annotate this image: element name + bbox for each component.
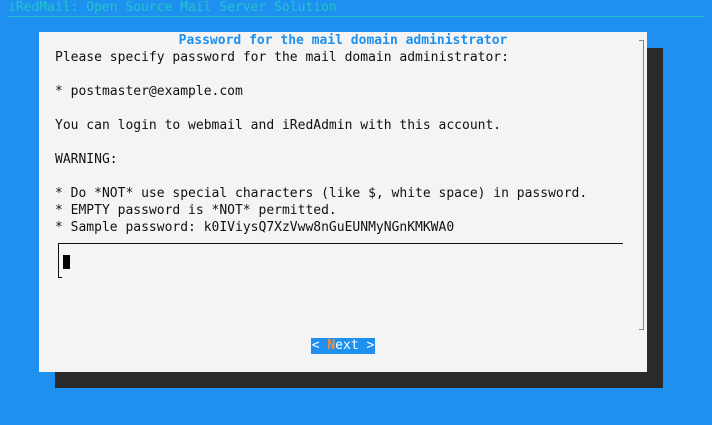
login-info-text: You can login to webmail and iRedAdmin w… [55, 118, 502, 133]
password-dialog: Password for the mail domain administrat… [39, 32, 647, 372]
text-cursor [63, 255, 70, 269]
dialog-frame-right [643, 40, 644, 330]
dialog-frame-tick-top [639, 40, 644, 41]
next-button[interactable]: < Next > [311, 338, 375, 354]
backtitle-divider [8, 16, 704, 17]
warning-empty-password: * EMPTY password is *NOT* permitted. [55, 203, 337, 218]
next-button-hotkey: N [327, 338, 336, 353]
next-button-close-bracket: > [358, 338, 375, 353]
password-input-border-left [58, 243, 59, 278]
sample-password: * Sample password: k0IViysQ7XzVww8nGuEUN… [55, 220, 455, 235]
password-input-border-top [58, 243, 623, 244]
next-button-label: ext [335, 338, 359, 353]
dialog-title: Password for the mail domain administrat… [178, 33, 508, 48]
warning-heading: WARNING: [55, 152, 118, 167]
password-input-border-tick [58, 277, 62, 278]
password-input[interactable] [58, 243, 623, 278]
account-email: * postmaster@example.com [55, 84, 243, 99]
dialog-frame-tick-bottom [639, 329, 644, 330]
backtitle: iRedMail: Open Source Mail Server Soluti… [8, 0, 337, 15]
prompt-text: Please specify password for the mail dom… [55, 50, 509, 65]
next-button-open-bracket: < [311, 338, 328, 353]
warning-special-chars: * Do *NOT* use special characters (like … [55, 186, 588, 201]
